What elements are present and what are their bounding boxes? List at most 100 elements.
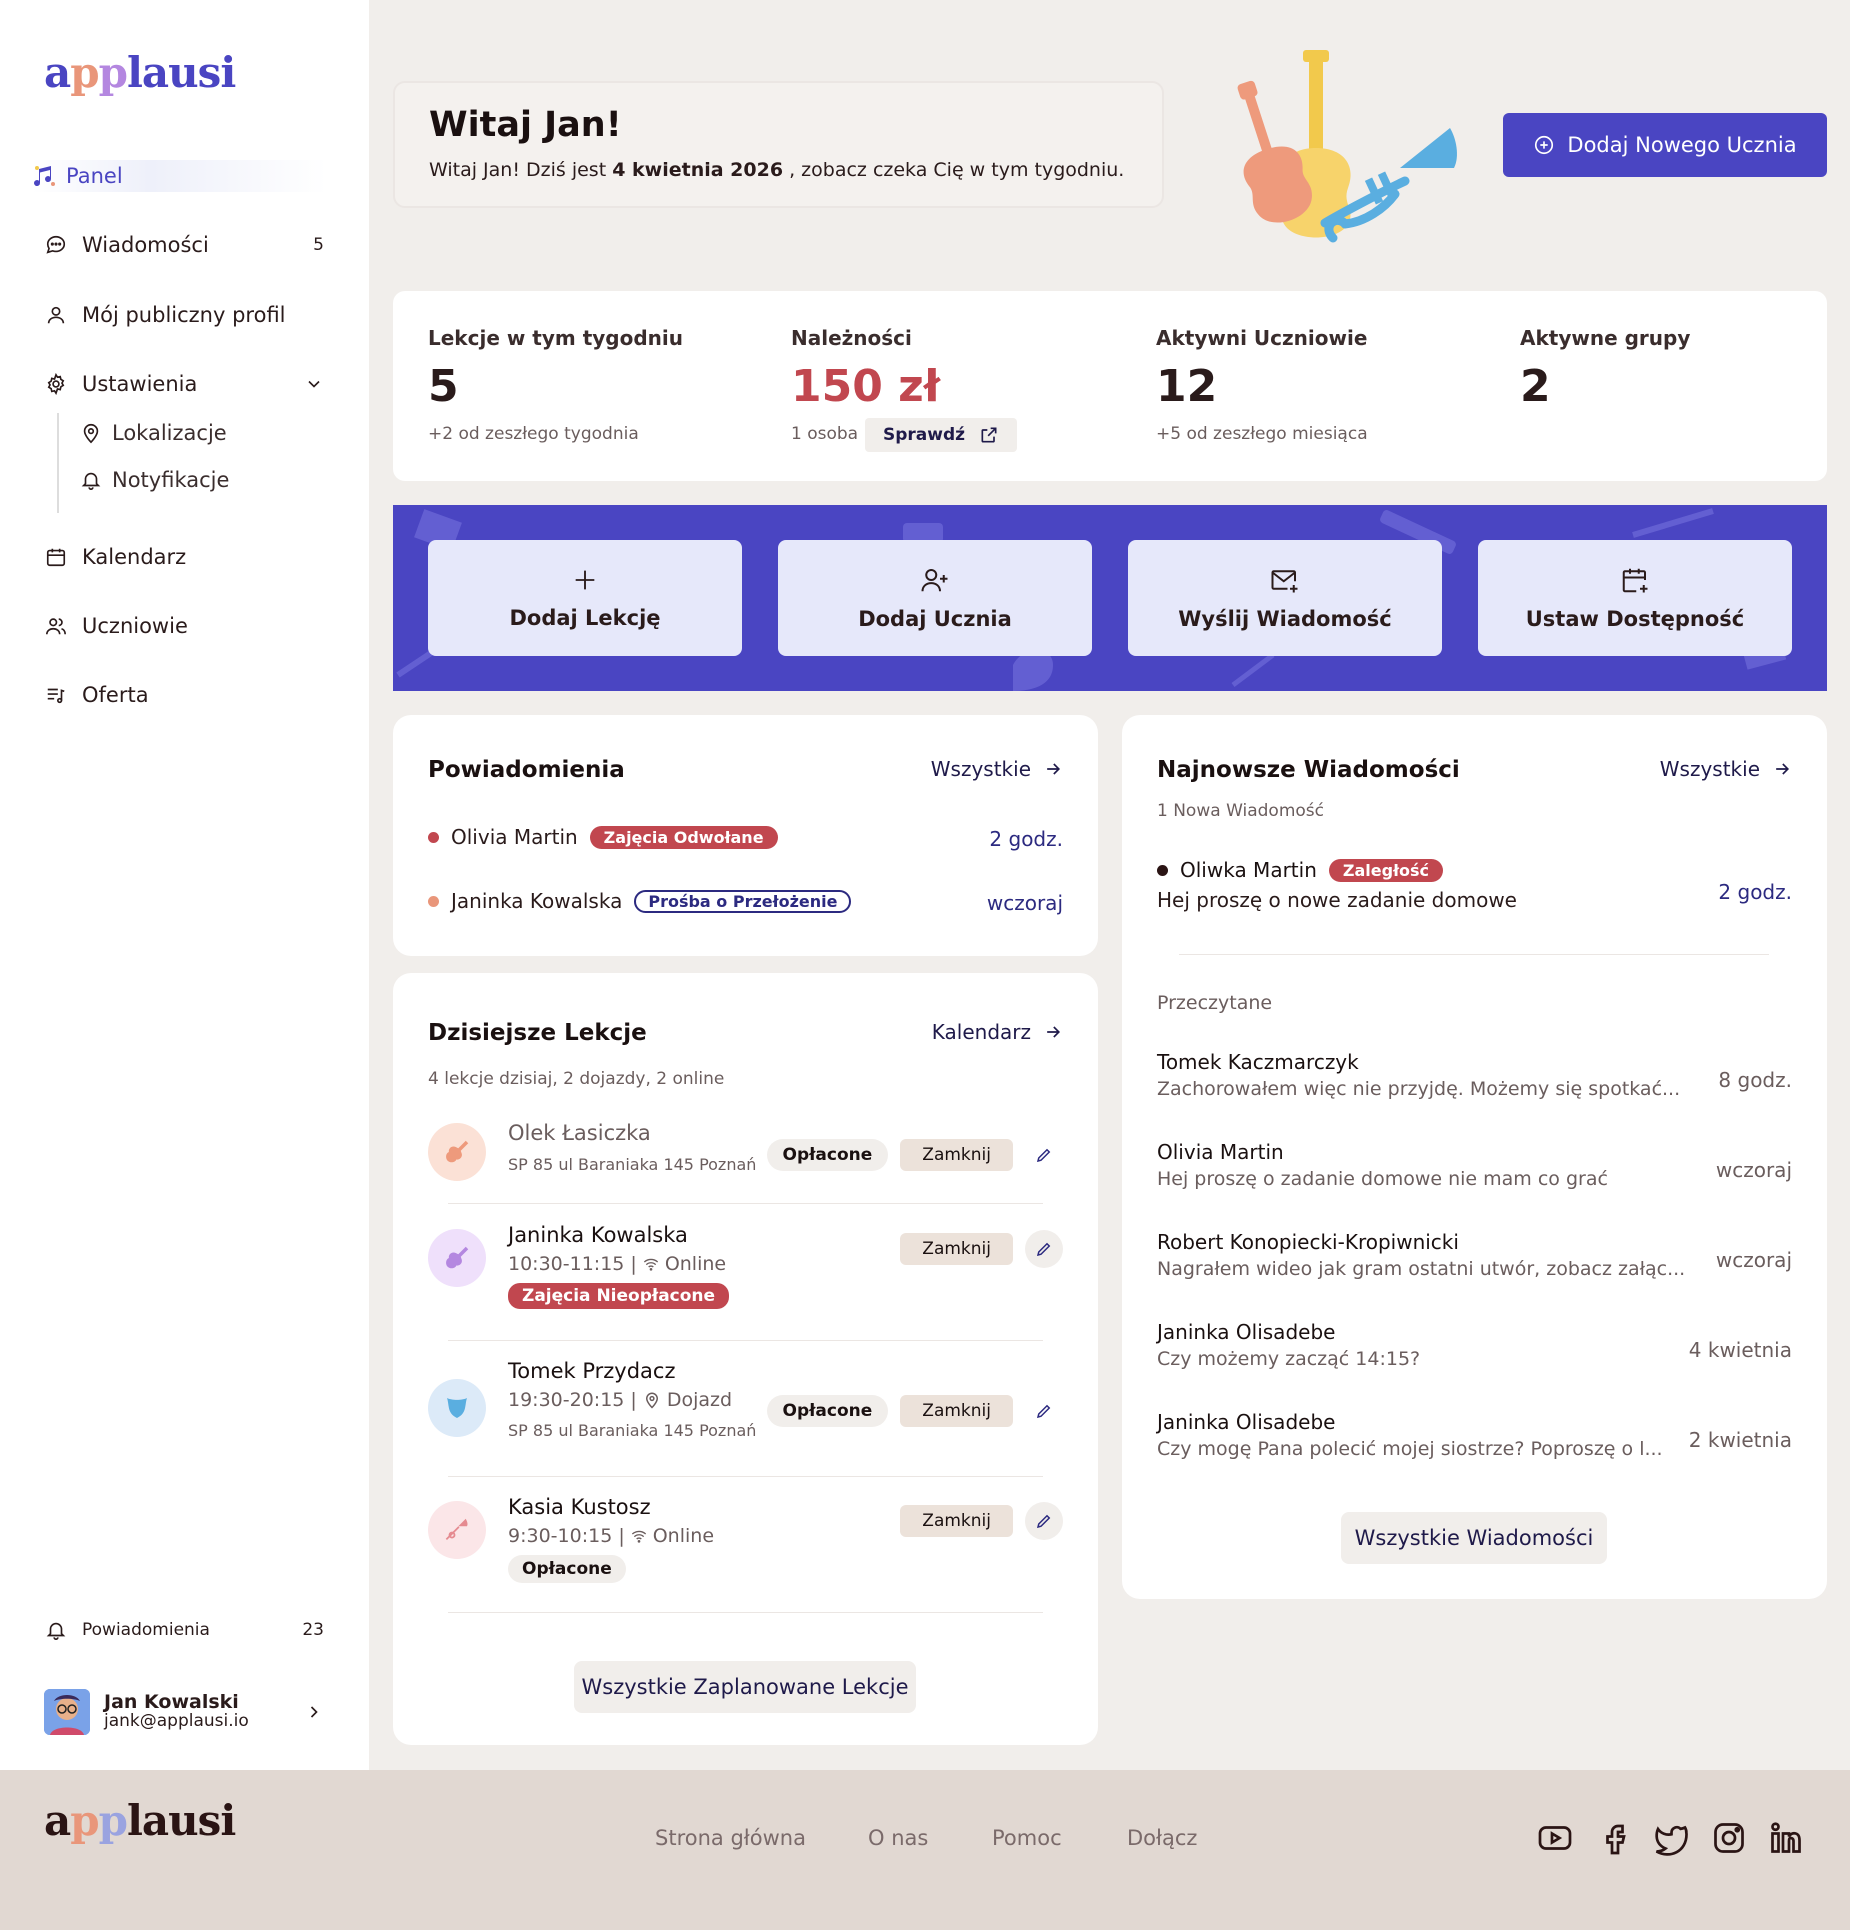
message-item[interactable]: Tomek Kaczmarczyk Zachorowałem więc nie … — [1157, 1050, 1687, 1100]
lyre-icon — [428, 1379, 486, 1437]
message-time: 2 godz. — [1718, 880, 1792, 904]
message-item[interactable]: Janinka Olisadebe Czy mogę Pana polecić … — [1157, 1410, 1687, 1460]
lesson-item[interactable]: Tomek Przydacz 19:30-20:15 | Dojazd SP 8… — [508, 1359, 756, 1440]
status-dot — [428, 895, 439, 907]
edit-lesson-button[interactable] — [1025, 1230, 1063, 1268]
message-item-unread[interactable]: Oliwka Martin Zaległość Hej proszę o now… — [1157, 858, 1517, 912]
footer-link-home[interactable]: Strona główna — [655, 1826, 806, 1850]
notification-row[interactable]: Janinka Kowalska Prośba o Przełożenie — [428, 889, 852, 913]
current-date: 4 kwietnia 2026 — [612, 159, 784, 181]
calendar-link[interactable]: Kalendarz — [932, 1020, 1063, 1044]
welcome-title: Witaj Jan! — [429, 105, 622, 145]
status-badge: Prośba o Przełożenie — [634, 889, 852, 913]
unread-dot — [1157, 864, 1168, 876]
divider — [448, 1612, 1043, 1613]
pencil-icon — [1036, 1148, 1051, 1163]
notifications-card: Powiadomienia Wszystkie Olivia Martin Za… — [393, 715, 1098, 956]
mail-plus-icon — [1270, 565, 1300, 595]
add-lesson-button[interactable]: Dodaj Lekcję — [428, 540, 742, 656]
student-name: Olek Łasiczka — [508, 1121, 651, 1145]
user-email: jank@applausi.io — [104, 1711, 249, 1732]
sender-name: Janinka Olisadebe — [1157, 1320, 1336, 1344]
stat-value: 150 zł — [791, 361, 941, 412]
divider — [448, 1340, 1043, 1341]
sidebar-item-calendar[interactable]: Kalendarz — [44, 545, 324, 569]
message-time: 4 kwietnia — [1688, 1338, 1792, 1362]
lessons-summary: 4 lekcje dzisiaj, 2 dojazdy, 2 online — [428, 1069, 725, 1089]
stat-value: 5 — [428, 361, 459, 412]
notification-row[interactable]: Olivia Martin Zajęcia Odwołane — [428, 825, 778, 849]
set-availability-button[interactable]: Ustaw Dostępność — [1478, 540, 1792, 656]
chevron-down-icon[interactable] — [304, 374, 324, 394]
lesson-time: 9:30-10:15 | — [508, 1525, 625, 1547]
notification-name: Olivia Martin — [451, 825, 578, 849]
arrow-right-icon — [1772, 759, 1792, 779]
close-lesson-button[interactable]: Zamknij — [900, 1395, 1013, 1427]
footer-link-join[interactable]: Dołącz — [1127, 1826, 1197, 1850]
divider — [448, 1203, 1043, 1204]
all-notifications-link[interactable]: Wszystkie — [931, 757, 1063, 781]
message-item[interactable]: Robert Konopiecki-Kropiwnicki Nagrałem w… — [1157, 1230, 1697, 1280]
lesson-item[interactable]: Kasia Kustosz 9:30-10:15 | Online Opłaco… — [508, 1495, 714, 1583]
student-name: Janinka Kowalska — [508, 1223, 688, 1247]
stat-sub: 1 osoba — [791, 424, 859, 444]
close-lesson-button[interactable]: Zamknij — [900, 1505, 1013, 1537]
guitar-icon — [428, 1123, 486, 1181]
music-list-icon — [44, 683, 68, 707]
section-title: Najnowsze Wiadomości — [1157, 757, 1460, 783]
instagram-icon[interactable] — [1711, 1820, 1747, 1856]
message-time: wczoraj — [1715, 1158, 1792, 1182]
stat-value: 12 — [1156, 361, 1218, 412]
sidebar-item-panel[interactable]: Panel — [32, 160, 327, 192]
chevron-right-icon[interactable] — [304, 1702, 324, 1722]
close-lesson-button[interactable]: Zamknij — [900, 1139, 1013, 1171]
sidebar-item-profile[interactable]: Mój publiczny profil — [44, 303, 324, 327]
avatar — [44, 1689, 90, 1735]
close-lesson-button[interactable]: Zamknij — [900, 1233, 1013, 1265]
linkedin-icon[interactable] — [1768, 1820, 1804, 1856]
edit-lesson-button[interactable] — [1025, 1502, 1063, 1540]
sidebar-item-students[interactable]: Uczniowie — [44, 614, 324, 638]
sidebar-item-offer[interactable]: Oferta — [44, 683, 324, 707]
location-pin-icon — [80, 422, 102, 444]
sidebar-item-messages[interactable]: Wiadomości 5 — [44, 233, 324, 257]
sidebar-item-settings[interactable]: Ustawienia — [44, 372, 324, 396]
status-badge: Zajęcia Odwołane — [589, 825, 778, 849]
youtube-icon[interactable] — [1537, 1820, 1573, 1856]
message-preview: Czy możemy zacząć 14:15? — [1157, 1348, 1421, 1370]
user-plus-icon — [920, 565, 950, 595]
calendar-icon — [44, 545, 68, 569]
logo[interactable]: applausi — [44, 48, 236, 97]
edit-lesson-button[interactable] — [1025, 1136, 1063, 1174]
sender-name: Janinka Olisadebe — [1157, 1410, 1336, 1434]
sidebar-item-locations[interactable]: Lokalizacje — [80, 421, 227, 445]
calendar-plus-icon — [1620, 565, 1650, 595]
send-message-button[interactable]: Wyślij Wiadomość — [1128, 540, 1442, 656]
lesson-item[interactable]: Janinka Kowalska 10:30-11:15 | Online Za… — [508, 1223, 730, 1309]
all-lessons-button[interactable]: Wszystkie Zaplanowane Lekcje — [574, 1661, 916, 1713]
lesson-mode: Dojazd — [666, 1389, 733, 1411]
check-button[interactable]: Sprawdź — [865, 418, 1018, 452]
all-messages-link[interactable]: Wszystkie — [1660, 757, 1792, 781]
pencil-icon — [1036, 1242, 1051, 1257]
edit-lesson-button[interactable] — [1025, 1392, 1063, 1430]
message-item[interactable]: Janinka Olisadebe Czy możemy zacząć 14:1… — [1157, 1320, 1687, 1370]
sidebar-item-notifications-settings[interactable]: Notyfikacje — [80, 468, 229, 492]
divider — [448, 1476, 1043, 1477]
footer-link-help[interactable]: Pomoc — [992, 1826, 1062, 1850]
twitter-icon[interactable] — [1652, 1820, 1688, 1856]
message-preview: Zachorowałem więc nie przyjdę. Możemy si… — [1157, 1078, 1681, 1100]
add-student-button[interactable]: Dodaj Ucznia — [778, 540, 1092, 656]
message-item[interactable]: Olivia Martin Hej proszę o zadanie domow… — [1157, 1140, 1687, 1190]
lesson-item[interactable]: Olek Łasiczka SP 85 ul Baraniaka 145 Poz… — [508, 1121, 756, 1174]
add-new-student-button[interactable]: Dodaj Nowego Ucznia — [1503, 113, 1827, 177]
footer-link-about[interactable]: O nas — [868, 1826, 928, 1850]
user-profile[interactable]: Jan Kowalski jank@applausi.io — [44, 1686, 324, 1738]
wifi-icon — [631, 1528, 647, 1544]
new-messages-count: 1 Nowa Wiadomość — [1157, 801, 1324, 821]
footer-logo[interactable]: applausi — [44, 1796, 236, 1845]
facebook-icon[interactable] — [1597, 1820, 1633, 1856]
all-messages-button[interactable]: Wszystkie Wiadomości — [1341, 1512, 1607, 1564]
sidebar-notifications[interactable]: Powiadomienia 23 — [44, 1618, 324, 1642]
stats-card: Lekcje w tym tygodniu 5 +2 od zeszłego t… — [393, 291, 1827, 481]
